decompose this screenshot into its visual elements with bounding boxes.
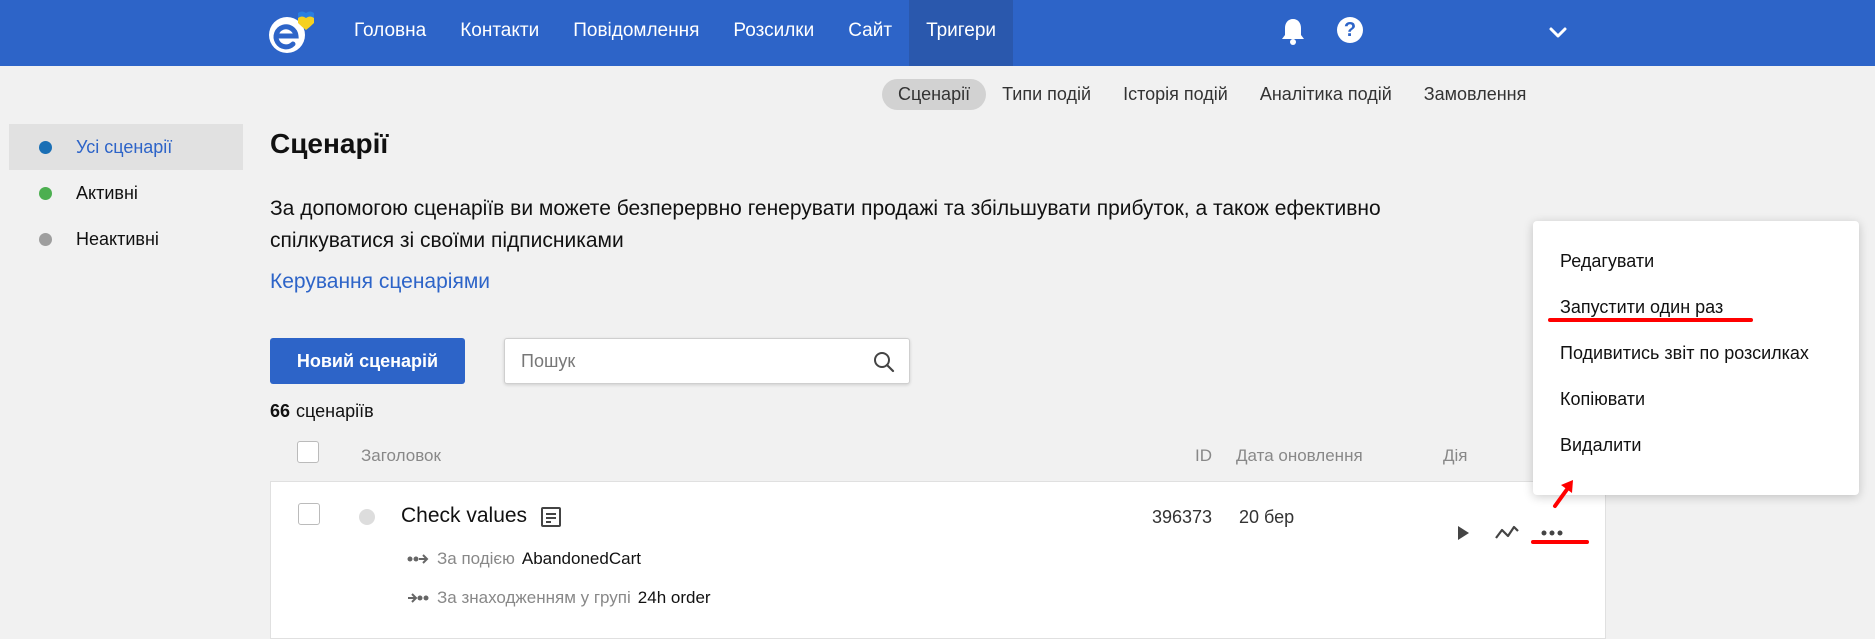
tab-event-history[interactable]: Історія подій <box>1107 79 1244 110</box>
nav-triggers[interactable]: Тригери <box>909 0 1014 66</box>
nav-contacts[interactable]: Контакти <box>443 0 556 66</box>
search-input[interactable] <box>521 339 861 383</box>
bell-icon[interactable] <box>1279 16 1307 46</box>
sidebar-item-label: Активні <box>76 182 138 203</box>
condition-group: За знаходженням у групі 24h order <box>407 588 711 608</box>
chevron-down-icon[interactable] <box>1548 22 1568 42</box>
annotation-arrow-icon <box>1553 480 1573 508</box>
condition-value: AbandonedCart <box>521 549 641 568</box>
new-scenario-button[interactable]: Новий сценарій <box>270 338 465 384</box>
sidebar-item-inactive[interactable]: Неактивні <box>9 216 243 262</box>
status-dot-grey <box>39 232 52 246</box>
sidebar-item-all[interactable]: Усі сценарії <box>9 124 243 170</box>
analytics-icon[interactable] <box>1494 520 1520 546</box>
column-title: Заголовок <box>361 446 441 465</box>
play-icon[interactable] <box>1450 520 1476 546</box>
count-label: сценаріїв <box>296 401 374 421</box>
tab-scenarios[interactable]: Сценарії <box>882 79 987 110</box>
tab-event-types[interactable]: Типи подій <box>986 79 1107 110</box>
column-date: Дата оновлення <box>1236 446 1363 465</box>
status-dot <box>359 509 375 525</box>
sidebar: Усі сценарії Активні Неактивні <box>9 124 243 262</box>
select-all-checkbox[interactable] <box>297 441 319 463</box>
help-icon[interactable]: ? <box>1337 17 1363 43</box>
menu-item-copy[interactable]: Копіювати <box>1533 376 1859 422</box>
logo[interactable] <box>268 9 316 57</box>
condition-label: За подією <box>437 549 515 568</box>
menu-item-run-once[interactable]: Запустити один раз <box>1533 284 1859 330</box>
annotation-underline <box>1548 318 1753 322</box>
main-nav: Головна Контакти Повідомлення Розсилки С… <box>337 0 1014 66</box>
nav-home[interactable]: Головна <box>337 0 443 66</box>
condition-event: За подією AbandonedCart <box>407 549 641 569</box>
status-dot-green <box>39 186 52 200</box>
page-title: Сценарії <box>270 128 389 159</box>
sidebar-item-label: Усі сценарії <box>76 136 173 157</box>
search-box <box>504 338 910 384</box>
search-icon[interactable] <box>873 351 895 373</box>
condition-value: 24h order <box>637 588 711 607</box>
manage-scenarios-link[interactable]: Керування сценаріями <box>270 270 490 294</box>
condition-label: За знаходженням у групі <box>437 588 631 607</box>
sidebar-item-active[interactable]: Активні <box>9 170 243 216</box>
annotation-underline <box>1531 540 1589 544</box>
top-nav-bar: Головна Контакти Повідомлення Розсилки С… <box>0 0 1875 66</box>
actions-menu: Редагувати Запустити один раз Подивитись… <box>1533 221 1859 495</box>
nav-messages[interactable]: Повідомлення <box>556 0 716 66</box>
page-description: За допомогою сценаріїв ви можете безпере… <box>270 197 1381 252</box>
nav-site[interactable]: Сайт <box>831 0 909 66</box>
note-icon[interactable] <box>539 505 563 529</box>
row-checkbox[interactable] <box>298 503 320 525</box>
status-dot-blue <box>39 140 52 154</box>
scenario-id: 396373 <box>1152 507 1213 527</box>
column-id: ID <box>1195 446 1212 465</box>
table-header: Заголовок ID Дата оновлення Дія <box>270 440 1606 480</box>
count-number: 66 <box>270 401 291 421</box>
scenario-date: 20 бер <box>1239 507 1295 527</box>
event-arrow-icon <box>407 554 429 564</box>
table-row[interactable]: Check values 396373 20 бер За подією Aba… <box>270 481 1606 639</box>
sidebar-item-label: Неактивні <box>76 228 159 249</box>
tab-event-analytics[interactable]: Аналітика подій <box>1244 79 1408 110</box>
menu-item-delete[interactable]: Видалити <box>1533 422 1859 468</box>
menu-item-view-report[interactable]: Подивитись звіт по розсилках <box>1533 330 1859 376</box>
nav-campaigns[interactable]: Розсилки <box>716 0 831 66</box>
menu-item-edit[interactable]: Редагувати <box>1533 238 1859 284</box>
scenario-title[interactable]: Check values <box>401 504 527 528</box>
sub-tabs: Сценарії Типи подій Історія подій Аналіт… <box>882 79 1542 110</box>
scenario-count: 66 сценаріїв <box>270 401 374 422</box>
group-arrow-icon <box>408 593 429 603</box>
column-action: Дія <box>1443 446 1468 465</box>
tab-orders[interactable]: Замовлення <box>1408 79 1543 110</box>
